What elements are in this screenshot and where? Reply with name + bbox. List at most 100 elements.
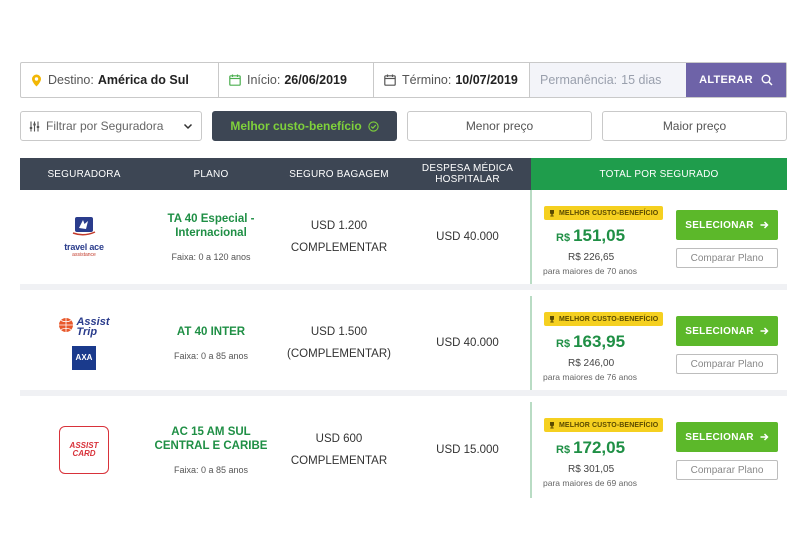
medical-expense-value: USD 15.000 (436, 444, 499, 456)
best-value-badge-label: MELHOR CUSTO-BENEFÍCIO (559, 209, 659, 217)
price: R$ 151,05 (556, 226, 625, 246)
baggage-value: USD 1.200 (310, 220, 368, 232)
baggage-cell: USD 1.500 (COMPLEMENTAR) (274, 296, 404, 390)
start-date-label: Início: (247, 73, 281, 87)
price-older: R$ 301,05 (568, 464, 615, 475)
total-cell: MELHOR CUSTO-BENEFÍCIO R$ 163,95 R$ 246,0… (530, 296, 787, 390)
header-plan: PLANO (148, 158, 274, 190)
insurer-filter-select[interactable]: Filtrar por Seguradora (20, 111, 202, 141)
baggage-cell: USD 600 COMPLEMENTAR (274, 402, 404, 498)
price-value: 151,05 (573, 226, 626, 245)
plan-cell: AT 40 INTER Faixa: 0 a 85 anos (148, 296, 274, 390)
start-date-field[interactable]: Início: 26/06/2019 (219, 63, 374, 97)
check-circle-icon (368, 120, 379, 132)
duration-label: Permanência: (540, 73, 618, 87)
plan-name-line2: CENTRAL E CARIBE (154, 440, 268, 452)
results-table-header: SEGURADORA PLANO SEGURO BAGAGEM DESPESA … (20, 158, 787, 190)
medical-expense-cell: USD 40.000 (404, 190, 531, 284)
best-value-badge-label: MELHOR CUSTO-BENEFÍCIO (559, 421, 659, 429)
arrow-right-icon (760, 327, 769, 335)
insurer-filter-placeholder: Filtrar por Seguradora (46, 119, 164, 133)
destination-value: América do Sul (97, 73, 189, 87)
price-note: para maiores de 69 anos (543, 478, 638, 488)
location-pin-icon (31, 74, 42, 87)
baggage-cell: USD 1.200 COMPLEMENTAR (274, 190, 404, 284)
total-cell: MELHOR CUSTO-BENEFÍCIO R$ 172,05 R$ 301,0… (530, 402, 787, 498)
travelace-logo-text: travel ace (64, 242, 104, 252)
price-value: 163,95 (573, 332, 626, 351)
select-button-label: SELECIONAR (685, 219, 754, 231)
sort-highest-price-label: Maior preço (662, 119, 727, 133)
plan-name: AC 15 AM SUL CENTRAL E CARIBE (155, 425, 268, 453)
best-value-badge: MELHOR CUSTO-BENEFÍCIO (544, 312, 664, 326)
price-note: para maiores de 76 anos (543, 372, 638, 382)
compare-plan-button[interactable]: Comparar Plano (676, 248, 778, 268)
plan-name: TA 40 Especial - Internacional (168, 212, 255, 240)
filters-row: Filtrar por Seguradora Melhor custo-bene… (20, 111, 787, 141)
select-button[interactable]: SELECIONAR (676, 210, 778, 240)
best-value-badge: MELHOR CUSTO-BENEFÍCIO (544, 418, 664, 432)
baggage-type: COMPLEMENTAR (290, 242, 388, 254)
plan-cell: AC 15 AM SUL CENTRAL E CARIBE Faixa: 0 a… (148, 402, 274, 498)
baggage-type: COMPLEMENTAR (290, 455, 388, 467)
compare-plan-button[interactable]: Comparar Plano (676, 354, 778, 374)
price-value: 172,05 (573, 438, 626, 457)
arrow-right-icon (760, 433, 769, 441)
total-cell: MELHOR CUSTO-BENEFÍCIO R$ 151,05 R$ 226,6… (530, 190, 787, 284)
header-insurer: SEGURADORA (20, 158, 148, 190)
plan-name-line1: AC 15 AM SUL (171, 426, 251, 438)
header-medical-expense-line2: HOSPITALAR (435, 174, 500, 185)
baggage-value: USD 1.500 (310, 326, 368, 338)
end-date-value: 10/07/2019 (455, 73, 518, 87)
medical-expense-cell: USD 40.000 (404, 296, 531, 390)
table-row: travel ace assistance TA 40 Especial - I… (20, 190, 787, 290)
sort-lowest-price-label: Menor preço (465, 119, 534, 133)
change-search-label: ALTERAR (699, 74, 753, 86)
sort-lowest-price-button[interactable]: Menor preço (407, 111, 592, 141)
sort-best-value-button[interactable]: Melhor custo-benefício (212, 111, 397, 141)
select-button-label: SELECIONAR (685, 431, 754, 443)
calendar-icon (384, 74, 396, 86)
plan-name-line2: Internacional (175, 227, 247, 239)
travelace-logo-sub: assistance (72, 252, 96, 258)
age-range: Faixa: 0 a 85 anos (173, 351, 249, 361)
end-date-label: Término: (402, 73, 452, 87)
globe-icon (58, 317, 74, 338)
age-range: Faixa: 0 a 120 anos (171, 252, 251, 262)
medical-expense-cell: USD 15.000 (404, 402, 531, 498)
table-row: ASSIST CARD AC 15 AM SUL CENTRAL E CARIBE… (20, 402, 787, 498)
best-value-badge: MELHOR CUSTO-BENEFÍCIO (544, 206, 664, 220)
price-note: para maiores de 70 anos (543, 266, 638, 276)
sort-highest-price-button[interactable]: Maior preço (602, 111, 787, 141)
axa-logo: AXA (72, 345, 96, 370)
chevron-down-icon (183, 120, 193, 134)
baggage-value: USD 600 (315, 433, 363, 445)
search-bar: Destino: América do Sul Início: 26/06/20… (20, 62, 787, 98)
select-button[interactable]: SELECIONAR (676, 316, 778, 346)
trophy-icon (548, 315, 556, 323)
destination-label: Destino: (48, 73, 94, 87)
header-medical-expense-line1: DESPESA MÉDICA (421, 163, 514, 174)
price-currency: R$ (556, 232, 571, 244)
change-search-button[interactable]: ALTERAR (686, 63, 786, 97)
price: R$ 163,95 (556, 332, 625, 352)
trophy-icon (548, 209, 556, 217)
destination-field[interactable]: Destino: América do Sul (21, 63, 219, 97)
plan-name: AT 40 INTER (176, 326, 246, 338)
end-date-field[interactable]: Término: 10/07/2019 (374, 63, 530, 97)
select-button[interactable]: SELECIONAR (676, 422, 778, 452)
header-medical-expense: DESPESA MÉDICA HOSPITALAR (404, 158, 531, 190)
plan-cell: TA 40 Especial - Internacional Faixa: 0 … (148, 190, 274, 284)
price: R$ 172,05 (556, 438, 625, 458)
filter-sliders-icon (29, 121, 40, 132)
table-row: Assist Trip AXA AT 40 INTER Faixa: 0 a 85… (20, 296, 787, 396)
price-currency: R$ (556, 444, 571, 456)
insurer-logo-assist-trip: Assist Trip AXA (20, 296, 148, 390)
assist-trip-text-b: Trip (76, 326, 98, 338)
search-icon (761, 74, 773, 86)
price-currency: R$ (556, 338, 571, 350)
compare-plan-button[interactable]: Comparar Plano (676, 460, 778, 480)
insurer-logo-assist-card: ASSIST CARD (20, 402, 148, 498)
travelace-emblem-icon (71, 216, 97, 241)
price-older: R$ 246,00 (568, 358, 615, 369)
